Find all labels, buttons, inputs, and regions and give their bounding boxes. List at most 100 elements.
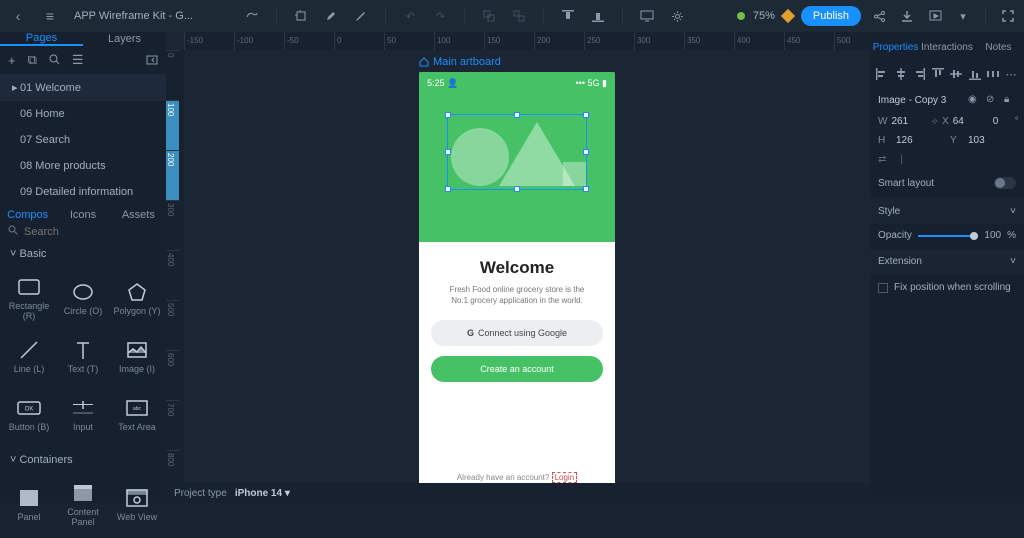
right-panel: Properties Interactions Notes ⋯ Image - … (870, 32, 1024, 503)
project-title[interactable]: APP Wireframe Kit - G... (74, 10, 193, 22)
component-item[interactable]: Panel (2, 476, 56, 534)
opacity-slider[interactable] (918, 235, 979, 237)
section-basic[interactable]: ˅ Basic (0, 242, 166, 266)
component-item[interactable]: Content Panel (56, 476, 110, 534)
collapse-icon[interactable] (146, 53, 158, 68)
menu-icon[interactable]: ≡ (38, 4, 62, 28)
selection-box[interactable] (447, 114, 587, 190)
publish-button[interactable]: Publish (801, 6, 861, 26)
project-type-label: Project type (174, 488, 227, 499)
back-icon[interactable]: ‹ (6, 4, 30, 28)
page-item[interactable]: 09 Detailed information (0, 179, 166, 205)
canvas[interactable]: -150-100-5005010015020025030035040045050… (166, 32, 870, 503)
selected-layer-name: Image - Copy 3 (878, 95, 946, 106)
tab-interactions[interactable]: Interactions (921, 32, 973, 62)
component-item[interactable]: Text (T) (56, 328, 110, 386)
svg-text:abc: abc (133, 406, 142, 412)
copy-page-icon[interactable]: ⧉ (28, 52, 37, 68)
download-icon[interactable] (897, 6, 917, 26)
tab-properties[interactable]: Properties (870, 32, 921, 62)
pencil-icon[interactable] (351, 6, 371, 26)
component-item[interactable]: Input (56, 386, 110, 444)
artboard[interactable]: 5:25 👤 ••• 5G ▮ Welcome Fresh Food onlin… (419, 72, 615, 492)
top-bar: ‹ ≡ APP Wireframe Kit - G... ↶ ↷ 75% Pub… (0, 0, 1024, 32)
redo-icon[interactable]: ↷ (430, 6, 450, 26)
more-align-icon[interactable]: ⋯ (1006, 68, 1019, 82)
align-bottom-icon[interactable] (588, 6, 608, 26)
align-top-icon[interactable] (932, 68, 945, 82)
tab-icons[interactable]: Icons (55, 209, 110, 221)
preview-icon[interactable] (925, 6, 945, 26)
add-page-icon[interactable]: + (8, 53, 16, 68)
login-prompt: Already have an account? Login (419, 473, 615, 482)
distribute-icon[interactable] (987, 68, 1000, 82)
component-item[interactable]: Image (I) (110, 328, 164, 386)
undo-icon[interactable]: ↶ (400, 6, 420, 26)
align-center-h-icon[interactable] (895, 68, 908, 82)
tab-layers[interactable]: Layers (83, 32, 166, 46)
left-panel: Pages Layers + ⧉ ☰ ▸01 Welcome06 Home07 … (0, 32, 166, 503)
settings-icon[interactable] (667, 6, 687, 26)
target-icon[interactable]: ⊘ (986, 94, 998, 106)
bottom-bar: Project type iPhone 14 ▾ (166, 483, 870, 503)
ungroup-icon[interactable] (509, 6, 529, 26)
opacity-value[interactable]: 100 (984, 230, 1001, 241)
fix-position-checkbox[interactable] (878, 283, 888, 293)
component-item[interactable]: Polygon (Y) (110, 270, 164, 328)
connector-icon[interactable] (242, 6, 262, 26)
x-input[interactable] (953, 116, 989, 127)
diamond-icon[interactable] (781, 9, 795, 23)
section-containers[interactable]: ˅ Containers (0, 448, 166, 472)
component-item[interactable]: abcText Area (110, 386, 164, 444)
align-middle-icon[interactable] (950, 68, 963, 82)
pen-icon[interactable] (321, 6, 341, 26)
ruler-horizontal: -150-100-5005010015020025030035040045050… (184, 32, 870, 50)
extension-section[interactable]: Extension˅ (870, 249, 1024, 274)
page-item[interactable]: 06 Home (0, 101, 166, 127)
page-item[interactable]: 07 Search (0, 127, 166, 153)
component-item[interactable]: Circle (O) (56, 270, 110, 328)
align-bottom-icon[interactable] (969, 68, 982, 82)
align-left-icon[interactable] (876, 68, 889, 82)
tab-notes[interactable]: Notes (973, 32, 1024, 62)
visibility-icon[interactable]: ◉ (968, 94, 980, 106)
search-page-icon[interactable] (49, 53, 60, 68)
component-item[interactable]: Line (L) (2, 328, 56, 386)
width-input[interactable] (891, 116, 927, 127)
link-wh-icon[interactable]: ⟡ (931, 116, 938, 127)
rotation-input[interactable] (993, 116, 1011, 127)
page-item[interactable]: 08 More products (0, 153, 166, 179)
fix-position-label: Fix position when scrolling (894, 282, 1011, 293)
tab-pages[interactable]: Pages (0, 32, 83, 46)
search-icon (8, 225, 18, 238)
lock-icon[interactable]: 🔒︎ (1004, 94, 1016, 106)
chevron-down-icon[interactable]: ▾ (953, 6, 973, 26)
artboard-icon[interactable] (291, 6, 311, 26)
share-icon[interactable] (869, 6, 889, 26)
smart-layout-toggle[interactable] (994, 177, 1016, 189)
google-button[interactable]: G Connect using Google (431, 320, 603, 346)
component-item[interactable]: OKButton (B) (2, 386, 56, 444)
y-input[interactable] (968, 135, 1004, 146)
tab-compos[interactable]: Compos (0, 209, 55, 221)
flip-icon[interactable]: ⇄ (878, 154, 886, 165)
fullscreen-icon[interactable] (998, 6, 1018, 26)
align-right-icon[interactable] (913, 68, 926, 82)
tab-assets[interactable]: Assets (111, 209, 166, 221)
align-top-icon[interactable] (558, 6, 578, 26)
style-section[interactable]: Style˅ (870, 199, 1024, 224)
login-link[interactable]: Login (552, 472, 578, 483)
component-item[interactable]: Web View (110, 476, 164, 534)
zoom-level[interactable]: 75% (753, 10, 775, 22)
component-item[interactable]: Rectangle (R) (2, 270, 56, 328)
height-input[interactable] (896, 135, 932, 146)
welcome-subtitle: Fresh Food online grocery store is theNo… (431, 284, 603, 306)
group-icon[interactable] (479, 6, 499, 26)
search-input[interactable] (24, 226, 166, 238)
create-account-button[interactable]: Create an account (431, 356, 603, 382)
list-icon[interactable]: ☰ (72, 52, 84, 68)
device-icon[interactable] (637, 6, 657, 26)
page-item[interactable]: ▸01 Welcome (0, 74, 166, 101)
artboard-label[interactable]: Main artboard (419, 56, 501, 68)
project-type-select[interactable]: iPhone 14 ▾ (235, 488, 290, 499)
